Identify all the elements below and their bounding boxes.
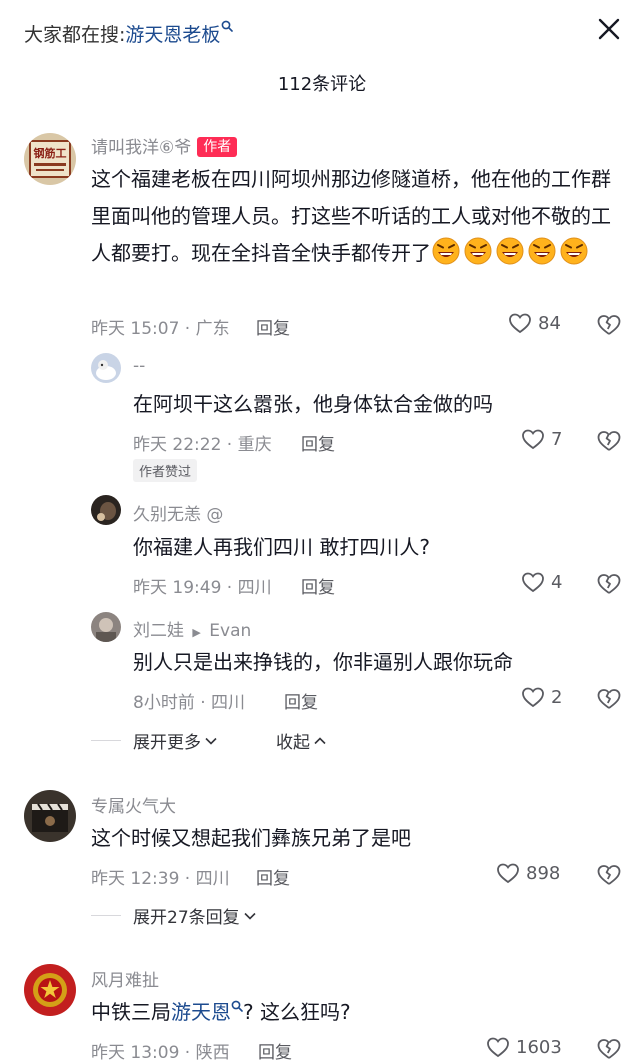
like-button[interactable]: 898 <box>496 862 560 884</box>
comment-text: 中铁三局游天恩 ? 这么狂吗? <box>91 994 351 1031</box>
angry-laugh-emoji <box>560 237 588 265</box>
emoji-group <box>431 237 591 265</box>
svg-text:钢筋工: 钢筋工 <box>34 146 67 160</box>
comment-username[interactable]: 请叫我洋⑥爷 作者 <box>91 133 238 158</box>
broken-heart-icon[interactable] <box>596 571 622 597</box>
angry-laugh-emoji <box>432 237 460 265</box>
reply-meta: 昨天 22:22 · 重庆 <box>133 435 272 455</box>
comment-body-suffix: ? 这么狂吗? <box>243 1000 351 1024</box>
comment-username[interactable]: 专属火气大 <box>91 792 176 817</box>
reply-button[interactable]: 回复 <box>284 688 318 713</box>
comment-text: 这个时候又想起我们彝族兄弟了是吧 <box>91 826 411 850</box>
avatar[interactable] <box>91 612 121 642</box>
author-liked-tag: 作者赞过 <box>133 459 198 482</box>
comment-username[interactable]: 风月难扯 <box>91 966 159 991</box>
broken-heart-icon[interactable] <box>596 686 622 712</box>
like-count: 84 <box>538 312 561 334</box>
divider-line <box>91 915 121 916</box>
avatar[interactable] <box>91 495 121 525</box>
comment-meta: 昨天 12:39 · 四川 <box>91 869 230 889</box>
angry-laugh-emoji <box>496 237 524 265</box>
avatar[interactable] <box>24 964 76 1016</box>
reply-arrow-icon: ▶ <box>192 626 201 639</box>
username: 刘二娃 <box>133 621 184 641</box>
collapse-button[interactable]: 收起 <box>276 728 326 753</box>
like-button[interactable]: 1603 <box>486 1036 562 1058</box>
search-keyword-link[interactable]: 游天恩老板 <box>125 24 220 46</box>
expand-replies-button[interactable]: 展开27条回复 <box>133 903 256 928</box>
broken-heart-icon[interactable] <box>596 1036 622 1062</box>
search-icon <box>231 1000 243 1012</box>
username: 请叫我洋⑥爷 <box>91 138 192 158</box>
like-count: 7 <box>551 428 563 450</box>
reply-meta: 昨天 19:49 · 四川 <box>133 578 272 598</box>
heart-icon <box>522 687 544 708</box>
collapse-label: 收起 <box>276 733 310 753</box>
close-icon[interactable] <box>596 16 622 42</box>
chevron-up-icon <box>314 736 326 744</box>
chevron-down-icon <box>205 737 217 745</box>
broken-heart-icon[interactable] <box>596 312 622 338</box>
broken-heart-icon[interactable] <box>596 428 622 454</box>
reply-text: 在阿坝干这么嚣张，他身体钛合金做的吗 <box>133 392 493 416</box>
like-count: 4 <box>551 571 563 593</box>
avatar[interactable]: 钢筋工 <box>24 133 76 185</box>
expand-replies-label: 展开27条回复 <box>133 908 240 928</box>
like-button[interactable]: 2 <box>521 686 562 708</box>
heart-icon <box>509 313 531 334</box>
reply-text: 你福建人再我们四川 敢打四川人? <box>133 535 430 559</box>
like-button[interactable]: 4 <box>521 571 562 593</box>
search-suggestion[interactable]: 大家都在搜:游天恩老板 <box>24 20 234 47</box>
reply-text: 别人只是出来挣钱的，你非逼别人跟你玩命 <box>133 650 513 674</box>
avatar[interactable] <box>91 353 121 383</box>
reply-username[interactable]: 久别无恙 @ <box>133 500 223 525</box>
comment-text: 这个福建老板在四川阿坝州那边修隧道桥，他在他的工作群里面叫他的管理人员。打这些不… <box>91 161 621 272</box>
reply-button[interactable]: 回复 <box>258 1038 292 1063</box>
like-count: 2 <box>551 686 563 708</box>
author-badge: 作者 <box>197 137 238 157</box>
angry-laugh-emoji <box>464 237 492 265</box>
expand-more-button[interactable]: 展开更多 <box>133 728 217 753</box>
reply-username[interactable]: -- <box>133 356 145 376</box>
heart-icon <box>487 1037 509 1058</box>
avatar[interactable] <box>24 790 76 842</box>
keyword-link[interactable]: 游天恩 <box>171 1000 231 1024</box>
chevron-down-icon <box>244 912 256 920</box>
expand-more-label: 展开更多 <box>133 733 201 753</box>
reply-button[interactable]: 回复 <box>256 314 290 339</box>
like-count: 1603 <box>516 1036 562 1058</box>
heart-icon <box>497 863 519 884</box>
heart-icon <box>522 429 544 450</box>
broken-heart-icon[interactable] <box>596 862 622 888</box>
divider-line <box>91 740 121 741</box>
reply-button[interactable]: 回复 <box>256 864 290 889</box>
search-prefix: 大家都在搜: <box>24 24 126 46</box>
reply-username[interactable]: 刘二娃 ▶ Evan <box>133 616 251 641</box>
comments-count-title: 112条评论 <box>277 74 367 95</box>
angry-laugh-emoji <box>528 237 556 265</box>
heart-icon <box>522 572 544 593</box>
comment-body: 中铁三局 <box>91 1000 171 1024</box>
search-icon <box>222 20 234 32</box>
reply-meta: 8小时前 · 四川 <box>133 693 246 713</box>
reply-button[interactable]: 回复 <box>301 573 335 598</box>
comment-meta: 昨天 15:07 · 广东 <box>91 319 230 339</box>
like-count: 898 <box>526 862 561 884</box>
reply-button[interactable]: 回复 <box>301 430 335 455</box>
like-button[interactable]: 84 <box>508 312 561 334</box>
comment-meta: 昨天 13:09 · 陕西 <box>91 1043 230 1063</box>
like-button[interactable]: 7 <box>521 428 562 450</box>
reply-to-username[interactable]: Evan <box>209 621 251 641</box>
